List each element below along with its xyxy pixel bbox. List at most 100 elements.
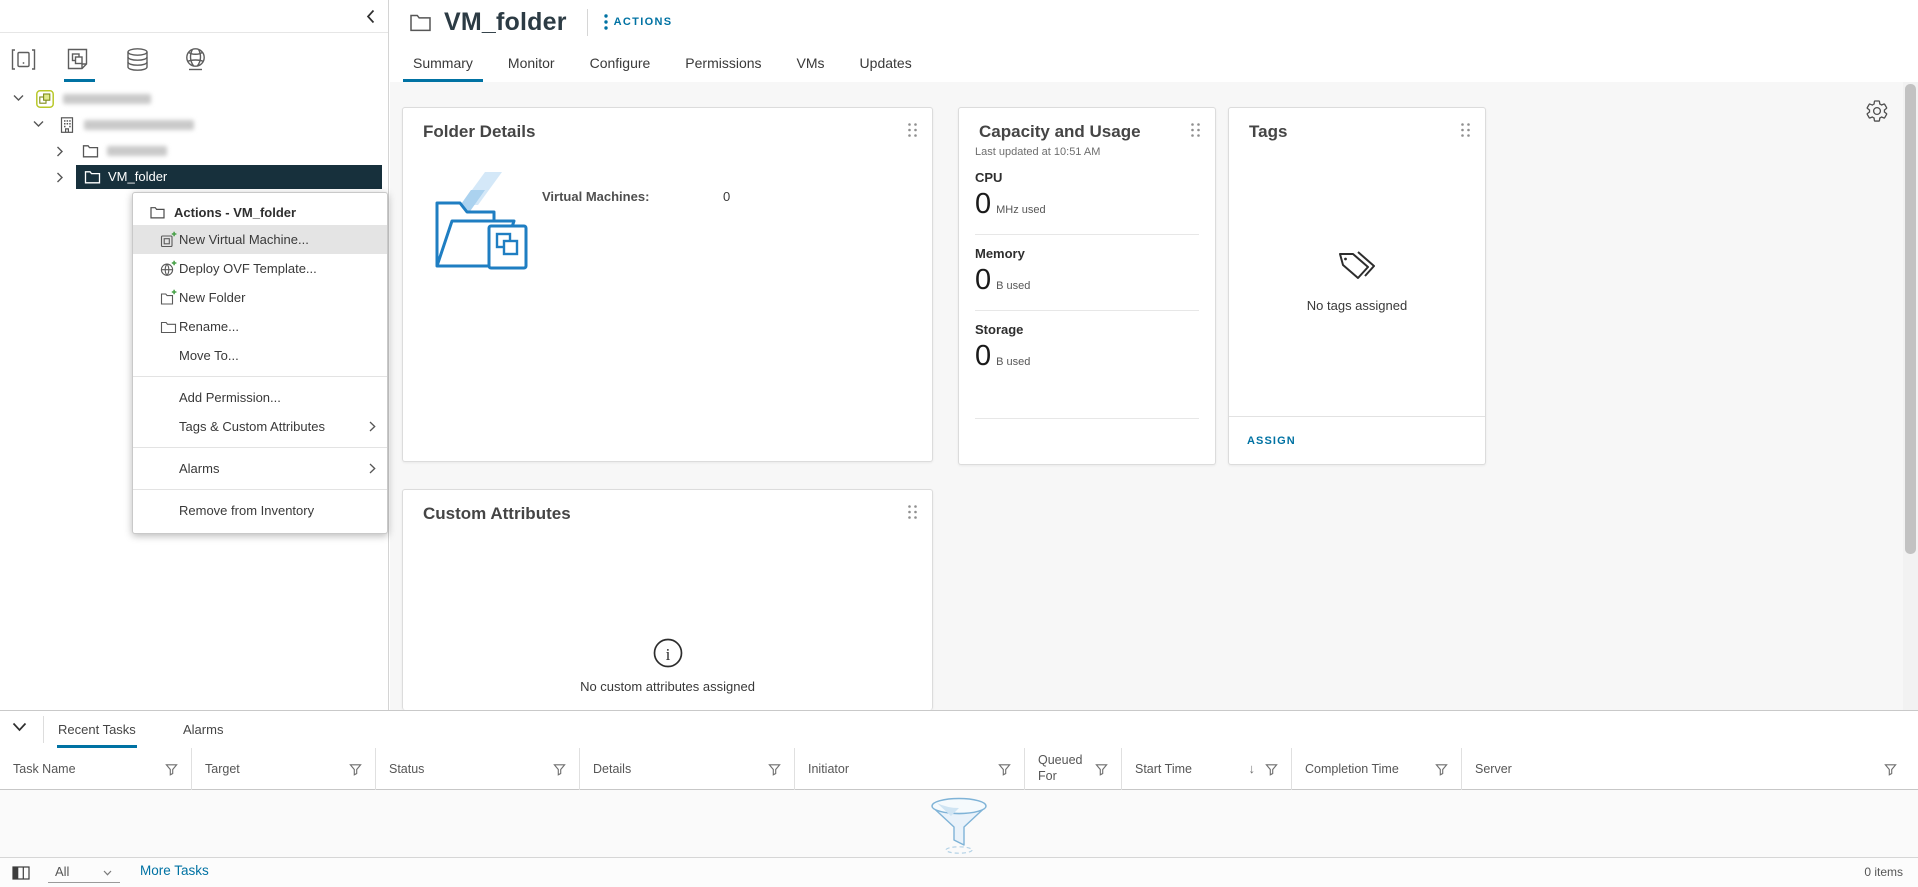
vms-and-templates-icon[interactable] [64, 46, 91, 73]
chevron-right-icon[interactable] [56, 172, 64, 183]
tab-updates[interactable]: Updates [860, 44, 912, 82]
chevron-down-icon[interactable] [13, 94, 24, 102]
vcenter-icon [36, 90, 54, 108]
column-queued-for[interactable]: Queued For [1025, 748, 1122, 790]
tasks-status-bar: All More Tasks 0 items [0, 857, 1918, 887]
tab-monitor[interactable]: Monitor [508, 44, 555, 82]
object-tabs: Summary Monitor Configure Permissions VM… [390, 44, 1918, 82]
tree-item-vcenter[interactable] [0, 86, 388, 112]
tab-configure[interactable]: Configure [590, 44, 651, 82]
column-task-name[interactable]: Task Name [0, 748, 192, 790]
sort-descending-icon[interactable]: ↓ [1249, 761, 1256, 776]
column-completion-time[interactable]: Completion Time [1292, 748, 1462, 790]
chevron-right-icon[interactable] [56, 146, 64, 157]
column-start-time[interactable]: Start Time ↓ [1122, 748, 1292, 790]
column-initiator[interactable]: Initiator [795, 748, 1025, 790]
tags-empty-text: No tags assigned [1307, 298, 1407, 313]
tab-vms[interactable]: VMs [797, 44, 825, 82]
menu-item-new-folder[interactable]: New Folder [133, 283, 387, 312]
card-title: Tags [1249, 122, 1287, 142]
card-title: Folder Details [423, 122, 535, 142]
drag-handle-icon[interactable] [907, 122, 918, 138]
menu-item-remove-from-inventory[interactable]: Remove from Inventory [133, 496, 387, 525]
tab-permissions[interactable]: Permissions [685, 44, 761, 82]
filter-funnel-icon[interactable] [165, 763, 178, 776]
column-label: Task Name [13, 762, 76, 776]
actions-button[interactable]: ACTIONS [604, 13, 673, 31]
metric-value-storage: 0 B used [975, 340, 1030, 373]
menu-item-new-virtual-machine[interactable]: New Virtual Machine... [133, 225, 387, 254]
filter-funnel-icon[interactable] [768, 763, 781, 776]
column-details[interactable]: Details [580, 748, 795, 790]
menu-item-label: Tags & Custom Attributes [179, 419, 325, 434]
chevron-down-icon[interactable] [33, 120, 44, 128]
funnel-empty-illustration [923, 795, 995, 855]
menu-item-alarms[interactable]: Alarms [133, 454, 387, 483]
column-label: Initiator [808, 762, 849, 776]
column-label: Queued For [1038, 753, 1091, 784]
networking-icon[interactable] [182, 46, 209, 73]
folder-icon [150, 206, 165, 219]
hosts-and-clusters-icon[interactable] [10, 46, 37, 73]
column-label: Start Time [1135, 762, 1192, 776]
tab-label: Updates [860, 55, 912, 71]
menu-item-deploy-ovf-template[interactable]: Deploy OVF Template... [133, 254, 387, 283]
collapse-sidebar-icon[interactable] [366, 9, 375, 24]
menu-item-rename[interactable]: Rename... [133, 312, 387, 341]
svg-text:i: i [665, 645, 670, 664]
storage-icon[interactable] [124, 46, 151, 73]
assign-tags-link[interactable]: ASSIGN [1247, 435, 1296, 447]
metric-number: 0 [975, 188, 991, 221]
tree-item-vm-folder-selected[interactable]: VM_folder [0, 164, 388, 190]
column-status[interactable]: Status [376, 748, 580, 790]
tasks-filter-value: All [55, 864, 69, 879]
folder-icon [160, 318, 177, 335]
column-target[interactable]: Target [192, 748, 376, 790]
tab-label: Recent Tasks [58, 722, 136, 737]
metric-unit: B used [996, 356, 1030, 368]
filter-funnel-icon[interactable] [998, 763, 1011, 776]
tree-item-datacenter[interactable] [0, 112, 388, 138]
drag-handle-icon[interactable] [1190, 122, 1201, 138]
drag-handle-icon[interactable] [907, 504, 918, 520]
tags-card-footer: ASSIGN [1229, 416, 1485, 464]
filter-funnel-icon[interactable] [1435, 763, 1448, 776]
column-label: Details [593, 762, 631, 776]
menu-item-tags-custom-attributes[interactable]: Tags & Custom Attributes [133, 412, 387, 441]
sidebar-top-strip [0, 0, 388, 33]
tree-item-folder[interactable] [0, 138, 388, 164]
column-server[interactable]: Server [1462, 748, 1918, 790]
collapse-panel-icon[interactable] [12, 722, 27, 732]
filter-funnel-icon[interactable] [553, 763, 566, 776]
card-title: Custom Attributes [423, 504, 571, 524]
filter-funnel-icon[interactable] [1095, 763, 1108, 776]
header-divider [587, 9, 588, 36]
tab-summary[interactable]: Summary [413, 44, 473, 82]
main-scrollbar[interactable] [1903, 82, 1918, 710]
menu-item-add-permission[interactable]: Add Permission... [133, 383, 387, 412]
column-editor-icon[interactable] [12, 866, 30, 880]
card-title: Capacity and Usage [979, 122, 1141, 142]
scrollbar-thumb[interactable] [1905, 84, 1916, 554]
chevron-right-icon [369, 421, 376, 432]
tab-recent-tasks[interactable]: Recent Tasks [58, 711, 136, 748]
context-menu-title: Actions - VM_folder [174, 205, 296, 220]
gear-icon[interactable] [1865, 99, 1889, 123]
menu-item-label: Move To... [179, 348, 239, 363]
menu-separator [133, 376, 387, 377]
page-title: VM_folder [444, 8, 567, 37]
divider [43, 716, 44, 743]
more-tasks-link[interactable]: More Tasks [140, 863, 209, 878]
tab-alarms[interactable]: Alarms [183, 711, 223, 748]
filter-funnel-icon[interactable] [349, 763, 362, 776]
menu-item-move-to[interactable]: Move To... [133, 341, 387, 370]
redacted-label [107, 146, 167, 156]
tasks-filter-select[interactable]: All [48, 861, 120, 883]
filter-funnel-icon[interactable] [1884, 763, 1897, 776]
filter-funnel-icon[interactable] [1265, 763, 1278, 776]
redacted-label [84, 120, 194, 130]
summary-content: Folder Details [390, 82, 1918, 710]
drag-handle-icon[interactable] [1460, 122, 1471, 138]
metric-unit: MHz used [996, 204, 1046, 216]
info-circle-icon: i [652, 637, 684, 669]
